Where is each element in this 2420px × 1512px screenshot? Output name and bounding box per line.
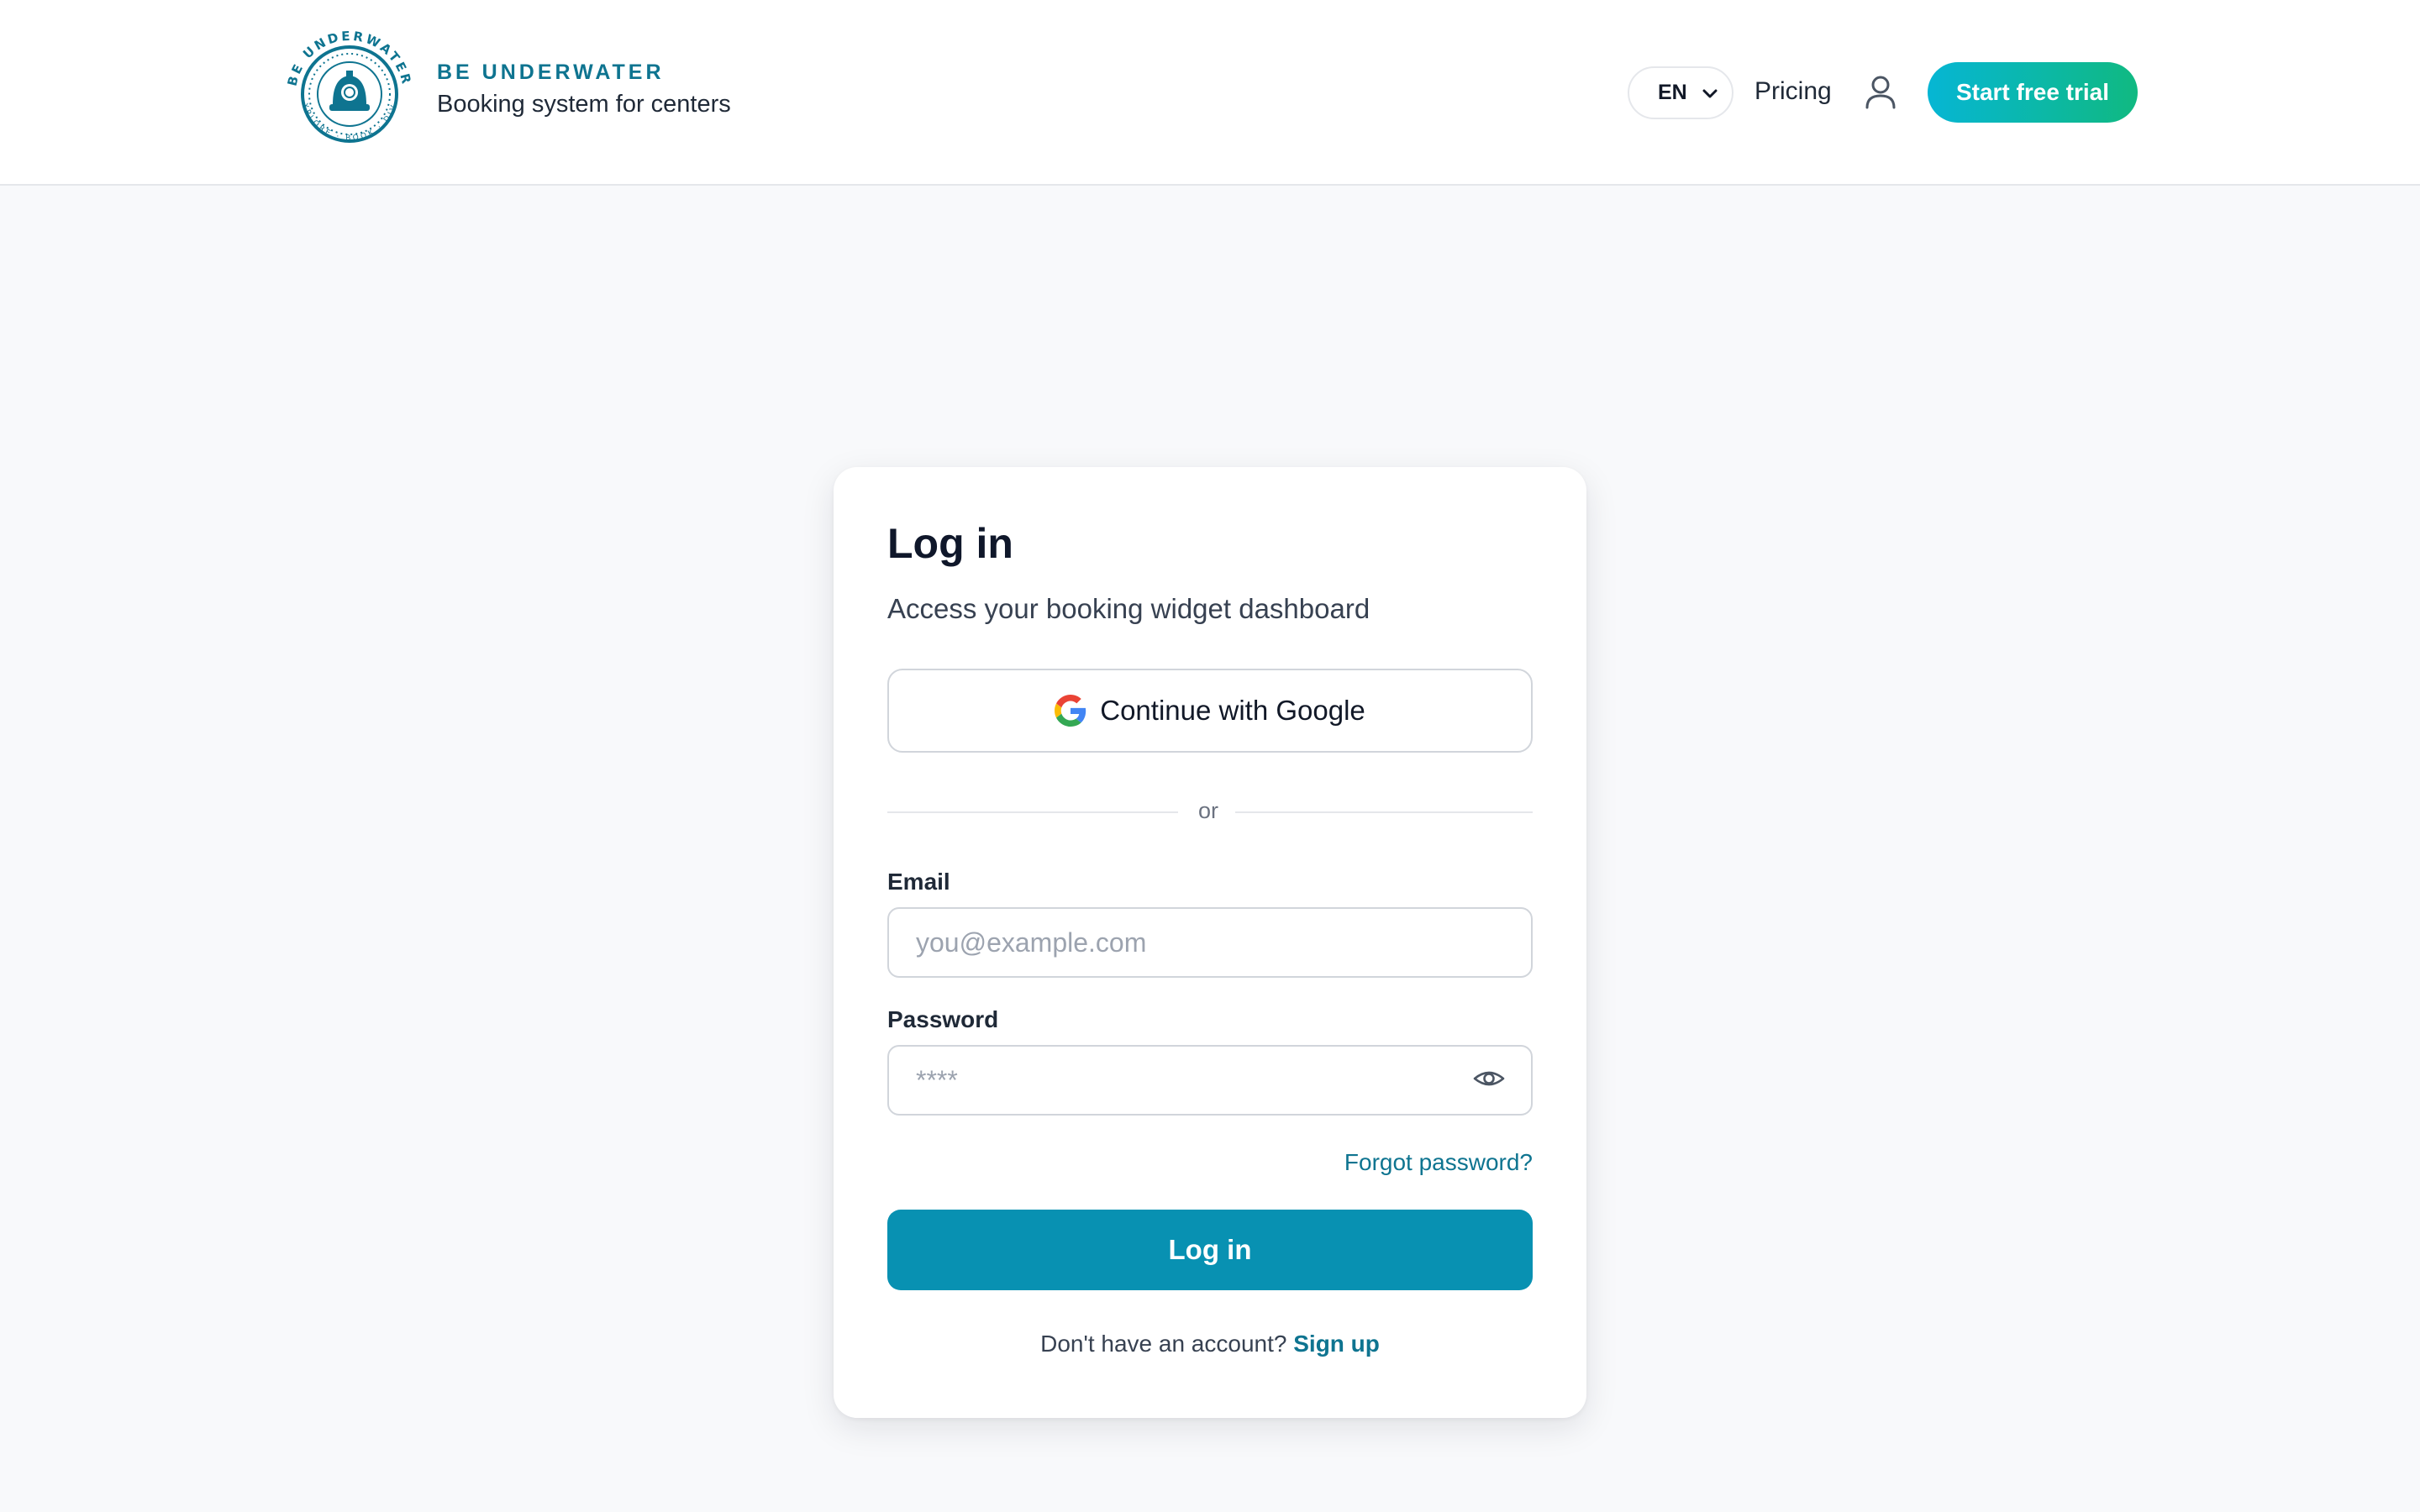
page-title: Log in [887,520,1013,567]
divider-line [1235,811,1533,813]
google-button-label: Continue with Google [1100,695,1365,726]
user-icon[interactable] [1864,74,1897,109]
start-free-trial-button[interactable]: Start free trial [1928,62,2138,123]
eye-icon[interactable] [1472,1062,1506,1095]
continue-with-google-button[interactable]: Continue with Google [887,669,1533,753]
login-card: Log in Access your booking widget dashbo… [834,467,1586,1418]
brand-logo[interactable]: BE UNDERWATER EXPLORE · BOOK · DIVE [276,11,420,166]
brand-tagline: Booking system for centers [437,91,731,118]
chevron-down-icon [1702,89,1718,98]
diver-helmet-logo-icon: BE UNDERWATER EXPLORE · BOOK · DIVE [276,11,412,143]
forgot-password-link[interactable]: Forgot password? [1344,1149,1533,1176]
sign-up-link[interactable]: Sign up [1293,1331,1380,1357]
signup-prompt: Don't have an account? Sign up [834,1331,1586,1357]
google-icon [1055,695,1086,727]
email-label: Email [887,869,950,895]
email-field[interactable] [887,907,1533,978]
brand-name: BE UNDERWATER [437,60,665,84]
nav-link-pricing[interactable]: Pricing [1754,77,1832,106]
log-in-button[interactable]: Log in [887,1210,1533,1290]
signup-prompt-text: Don't have an account? [1040,1331,1287,1357]
password-label: Password [887,1006,999,1032]
divider-text: or [1198,798,1219,823]
language-selected-value: EN [1658,81,1687,104]
password-field[interactable] [887,1045,1533,1116]
language-select[interactable]: EN [1628,66,1733,119]
page-subtitle: Access your booking widget dashboard [887,593,1370,624]
divider-line [887,811,1178,813]
top-header: BE UNDERWATER EXPLORE · BOOK · DIVE BE U… [0,0,2420,186]
